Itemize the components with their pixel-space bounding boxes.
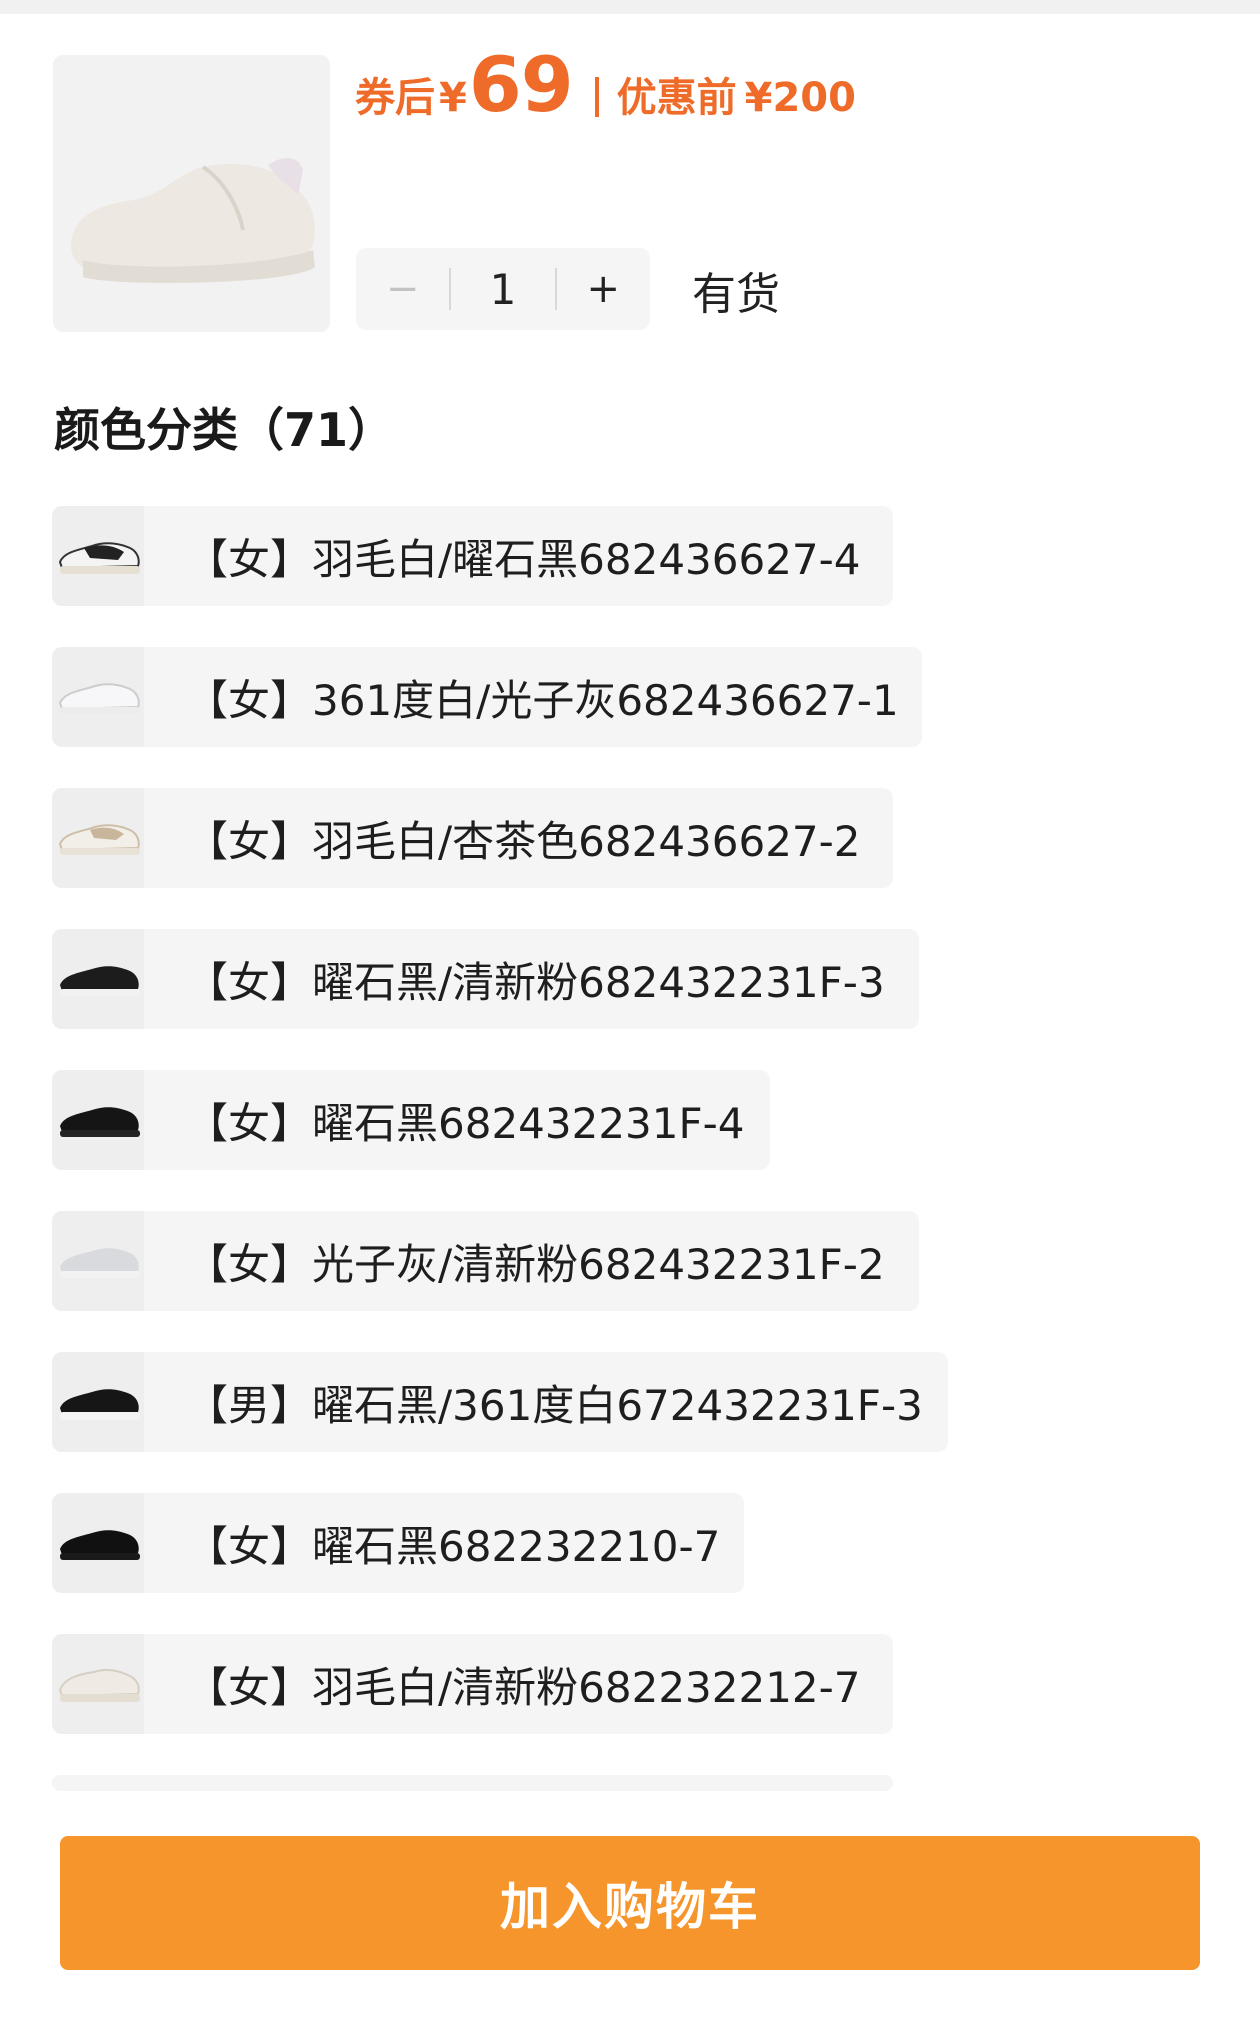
sneaker-thumb-icon	[52, 1211, 144, 1311]
variant-label: 【女】羽毛白/曜石黑682436627-4	[186, 534, 861, 584]
variant-option[interactable]: 【女】曜石黑682232210-7	[52, 1493, 744, 1593]
price-row: 券后 ¥ 69 优惠前 ¥200	[355, 40, 856, 130]
variant-option[interactable]: 【女】羽毛白/曜石黑682436627-4	[52, 506, 893, 606]
variant-label: 【女】361度白/光子灰682436627-1	[186, 675, 899, 725]
variant-option[interactable]: 【女】光子灰/清新粉682432231F-2	[52, 1211, 919, 1311]
variant-option[interactable]: 【女】曜石黑682432231F-4	[52, 1070, 770, 1170]
price-divider	[594, 77, 599, 117]
variant-option[interactable]: 【女】曜石黑/清新粉682432231F-3	[52, 929, 919, 1029]
variant-option[interactable]: 【女】羽毛白/清新粉682232212-7	[52, 1634, 893, 1734]
quantity-value[interactable]: 1	[451, 265, 554, 314]
variant-option[interactable]: 【女】361度白/光子灰682436627-1	[52, 647, 922, 747]
variant-label: 【女】羽毛白/清新粉682232212-7	[186, 1662, 861, 1712]
sneaker-thumb-icon	[52, 1634, 144, 1734]
add-to-cart-button[interactable]: 加入购物车	[60, 1836, 1200, 1970]
sneaker-thumb-icon	[52, 1070, 144, 1170]
coupon-price: 69	[468, 40, 574, 129]
sneaker-thumb-icon	[52, 647, 144, 747]
sneaker-thumb-icon	[52, 506, 144, 606]
original-price-label: 优惠前	[616, 75, 737, 121]
sneaker-hero-icon	[53, 55, 330, 332]
currency-symbol: ¥	[439, 75, 467, 121]
original-price: ¥200	[744, 75, 856, 121]
variant-option[interactable]: 【男】曜石黑/361度白672432231F-3	[52, 1352, 948, 1452]
sneaker-thumb-icon	[52, 929, 144, 1029]
top-status-strip	[0, 0, 1260, 14]
stock-status: 有货	[692, 269, 780, 320]
sneaker-thumb-icon	[52, 788, 144, 888]
variant-label: 【女】曜石黑682232210-7	[186, 1521, 721, 1571]
quantity-stepper: − 1 +	[356, 248, 650, 330]
decrease-button[interactable]: −	[356, 248, 449, 330]
variant-option[interactable]: 【女】羽毛白/杏茶色682436627-2	[52, 788, 893, 888]
product-image[interactable]	[53, 55, 330, 332]
variant-label: 【女】羽毛白/杏茶色682436627-2	[186, 816, 861, 866]
sneaker-thumb-icon	[52, 1352, 144, 1452]
variant-option-partial[interactable]	[52, 1775, 893, 1791]
variant-label: 【女】曜石黑/清新粉682432231F-3	[186, 957, 885, 1007]
coupon-price-label: 券后	[355, 75, 435, 121]
section-title: 颜色分类（71）	[54, 403, 395, 457]
variant-label: 【女】曜石黑682432231F-4	[186, 1098, 745, 1148]
variant-label: 【男】曜石黑/361度白672432231F-3	[186, 1380, 923, 1430]
variant-label: 【女】光子灰/清新粉682432231F-2	[186, 1239, 885, 1289]
increase-button[interactable]: +	[557, 248, 650, 330]
sneaker-thumb-icon	[52, 1493, 144, 1593]
